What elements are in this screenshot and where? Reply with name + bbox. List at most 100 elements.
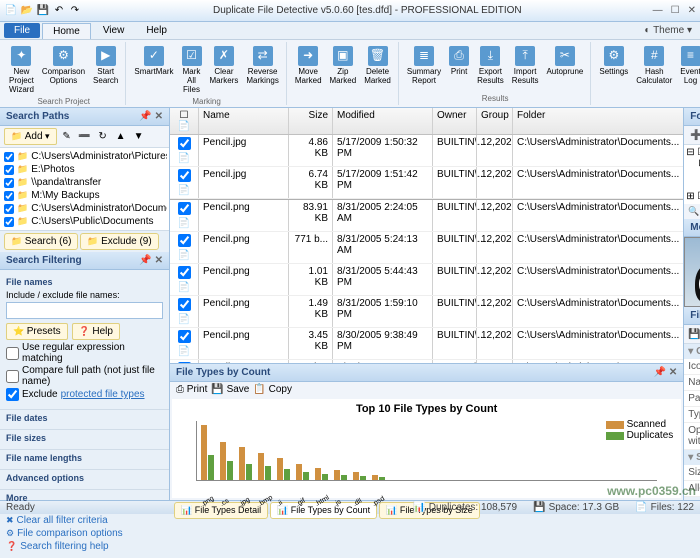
ribbon-mark-all-files[interactable]: ☑Mark All Files bbox=[179, 44, 205, 96]
include-exclude-label: Include / exclude file names: bbox=[6, 290, 163, 300]
col-owner[interactable]: Owner bbox=[432, 108, 476, 134]
ribbon-start-search[interactable]: ▶Start Search bbox=[90, 44, 121, 88]
table-row[interactable]: 📄Pencil.jpg4.86 KB5/17/2009 1:50:32 PMBU… bbox=[170, 135, 683, 167]
tab-home[interactable]: Home bbox=[42, 23, 91, 39]
path-item[interactable]: 📁 M:\My Backups bbox=[2, 189, 167, 202]
path-item[interactable]: 📁 C:\Users\Administrator\Pictures\dupes bbox=[2, 150, 167, 163]
table-row[interactable]: 📄Pencil.png83.91 KB8/31/2005 2:24:05 AMB… bbox=[170, 199, 683, 232]
status-files: 📄 Files: 122 bbox=[635, 502, 694, 513]
search-paths-header: Search Paths 📌 ✕ bbox=[0, 108, 169, 126]
protected-types-link[interactable]: protected file types bbox=[61, 389, 145, 400]
col-size[interactable]: Size bbox=[288, 108, 332, 134]
search-filtering-title: Search Filtering bbox=[6, 255, 82, 266]
ribbon-export-results[interactable]: ⤓Export Results bbox=[474, 44, 507, 88]
ribbon-comparison-options[interactable]: ⚙Comparison Options bbox=[39, 44, 88, 88]
compare-full-checkbox[interactable]: Compare full path (not just file name) bbox=[6, 365, 163, 387]
ribbon-move-marked[interactable]: ➜Move Marked bbox=[292, 44, 325, 88]
pin-icon[interactable]: 📌 ✕ bbox=[139, 111, 163, 122]
table-row[interactable]: 📄Pencil.png3.45 KB8/30/2005 9:38:49 PMBU… bbox=[170, 328, 683, 360]
ribbon-import-results[interactable]: ⤒Import Results bbox=[509, 44, 542, 88]
presets-button[interactable]: ⭐ Presets bbox=[6, 323, 68, 340]
pin-icon[interactable]: 📌 ✕ bbox=[654, 367, 678, 378]
ribbon-summary-report[interactable]: ≣Summary Report bbox=[404, 44, 444, 88]
filter-section-file-name-lengths[interactable]: File name lengths bbox=[0, 449, 169, 466]
ribbon-reverse-markings[interactable]: ⇄Reverse Markings bbox=[243, 44, 281, 88]
path-item[interactable]: 📁 C:\Users\Public\Documents bbox=[2, 215, 167, 228]
col-checkbox[interactable]: ☐ 📄 bbox=[170, 108, 198, 134]
fv-expand-icon[interactable]: ➕ bbox=[688, 128, 700, 142]
filter-section-file-sizes[interactable]: File sizes bbox=[0, 429, 169, 446]
chart-area: Top 10 File Types by Count Scanned Dupli… bbox=[172, 399, 681, 498]
search-paths-title: Search Paths bbox=[6, 111, 69, 122]
legend-duplicates: Duplicates bbox=[627, 430, 674, 441]
chart-print-button[interactable]: ⎙ Print bbox=[176, 384, 207, 395]
chart-copy-button[interactable]: 📋 Copy bbox=[253, 384, 292, 395]
ribbon-event-log[interactable]: ≡Event Log bbox=[677, 44, 700, 88]
use-regex-checkbox[interactable]: Use regular expression matching bbox=[6, 342, 163, 364]
ribbon-print[interactable]: ⎙Print bbox=[446, 44, 472, 79]
close-icon[interactable]: ✕ bbox=[688, 5, 696, 16]
quick-access-toolbar: 📄 📂 💾 ↶ ↷ bbox=[4, 4, 82, 18]
col-folder[interactable]: Folder bbox=[512, 108, 683, 134]
right-panel: Folder View 📌 ✕ ➕ ➖ ↻ ⚙ T ⊟ ☑ 💿 C: ⊟ ☑ 📁… bbox=[683, 108, 700, 500]
table-row[interactable]: 📄Pencil.png1.01 KB8/31/2005 5:44:43 PMBU… bbox=[170, 264, 683, 296]
ribbon-new-project-wizard[interactable]: ✦New Project Wizard bbox=[6, 44, 37, 96]
tab-exclude-paths[interactable]: 📁 Exclude (9) bbox=[80, 233, 158, 250]
help-button[interactable]: ❓ Help bbox=[72, 323, 120, 340]
col-modified[interactable]: Modified bbox=[332, 108, 432, 134]
ribbon-hash-calculator[interactable]: #Hash Calculator bbox=[633, 44, 675, 88]
window-title: Duplicate File Detective v5.0.60 [tes.df… bbox=[82, 5, 653, 16]
qat-redo-icon[interactable]: ↷ bbox=[68, 4, 82, 18]
filename-filter-input[interactable] bbox=[6, 302, 163, 319]
ribbon-zip-marked[interactable]: ▣Zip Marked bbox=[327, 44, 360, 88]
add-path-button[interactable]: 📁 Add ▾ bbox=[4, 128, 57, 145]
ribbon-autoprune[interactable]: ✂Autoprune bbox=[543, 44, 586, 79]
filter-section-file-dates[interactable]: File dates bbox=[0, 409, 169, 426]
path-item[interactable]: 📁 \\panda\transfer bbox=[2, 176, 167, 189]
qat-new-icon[interactable]: 📄 bbox=[4, 4, 18, 18]
ribbon-delete-marked[interactable]: 🗑Delete Marked bbox=[361, 44, 394, 88]
tab-view[interactable]: View bbox=[93, 23, 135, 38]
remove-path-icon[interactable]: ➖ bbox=[77, 130, 93, 144]
tab-help[interactable]: Help bbox=[136, 23, 177, 38]
clear-filters-link[interactable]: ✖ Clear all filter criteria bbox=[6, 515, 163, 526]
results-grid[interactable]: 📄Pencil.jpg4.86 KB5/17/2009 1:50:32 PMBU… bbox=[170, 135, 683, 363]
ribbon-clear-markers[interactable]: ✗Clear Markers bbox=[207, 44, 242, 88]
qat-open-icon[interactable]: 📂 bbox=[20, 4, 34, 18]
filter-filenames-label[interactable]: File names bbox=[6, 277, 163, 287]
ribbon-smartmark[interactable]: ✓SmartMark bbox=[131, 44, 176, 79]
move-down-icon[interactable]: ▼ bbox=[131, 130, 147, 144]
exclude-protected-checkbox[interactable]: Exclude protected file types bbox=[6, 388, 163, 401]
table-row[interactable]: 📄Pencil.png1.49 KB8/31/2005 1:59:10 PMBU… bbox=[170, 296, 683, 328]
qat-save-icon[interactable]: 💾 bbox=[36, 4, 50, 18]
chart-legend: Scanned Duplicates bbox=[606, 419, 674, 441]
edit-path-icon[interactable]: ✎ bbox=[59, 130, 75, 144]
path-item[interactable]: 📁 C:\Users\Administrator\Documents bbox=[2, 202, 167, 215]
minimize-icon[interactable]: — bbox=[653, 5, 663, 16]
file-props-header: File Properties 📌 ✕ bbox=[684, 307, 700, 325]
refresh-path-icon[interactable]: ↻ bbox=[95, 130, 111, 144]
table-row[interactable]: 📄Pencil.jpg6.74 KB5/17/2009 1:51:42 PMBU… bbox=[170, 167, 683, 199]
path-tabs: 📁 Search (6) 📁 Exclude (9) bbox=[0, 230, 169, 252]
legend-scanned: Scanned bbox=[627, 419, 666, 430]
pin-icon[interactable]: 📌 ✕ bbox=[139, 255, 163, 266]
path-item[interactable]: 📁 E:\Photos bbox=[2, 163, 167, 176]
maximize-icon[interactable]: ☐ bbox=[671, 5, 680, 16]
filter-filenames-section: File names Include / exclude file names:… bbox=[0, 270, 169, 406]
col-group[interactable]: Group bbox=[476, 108, 512, 134]
filter-help-link[interactable]: ❓ Search filtering help bbox=[6, 541, 163, 552]
folder-tree[interactable]: ⊟ ☑ 💿 C: ⊟ ☑ 📁 Users ⊞ ☑ 📁 Administrator… bbox=[684, 145, 700, 204]
table-row[interactable]: 📄Pencil.png771 b...8/31/2005 5:24:13 AMB… bbox=[170, 232, 683, 264]
qat-undo-icon[interactable]: ↶ bbox=[52, 4, 66, 18]
file-comparison-link[interactable]: ⚙ File comparison options bbox=[6, 528, 163, 539]
theme-dropdown[interactable]: ◐ Theme ▾ bbox=[644, 25, 696, 36]
col-name[interactable]: Name bbox=[198, 108, 288, 134]
tab-search-paths[interactable]: 📁 Search (6) bbox=[4, 233, 78, 250]
move-up-icon[interactable]: ▲ bbox=[113, 130, 129, 144]
props-save-button[interactable]: 💾 Save bbox=[688, 329, 700, 340]
file-props-title: File Properties bbox=[690, 310, 700, 321]
chart-save-button[interactable]: 💾 Save bbox=[211, 384, 249, 395]
tab-file[interactable]: File bbox=[4, 23, 40, 38]
filter-section-advanced-options[interactable]: Advanced options bbox=[0, 469, 169, 486]
ribbon-settings[interactable]: ⚙Settings bbox=[596, 44, 631, 79]
